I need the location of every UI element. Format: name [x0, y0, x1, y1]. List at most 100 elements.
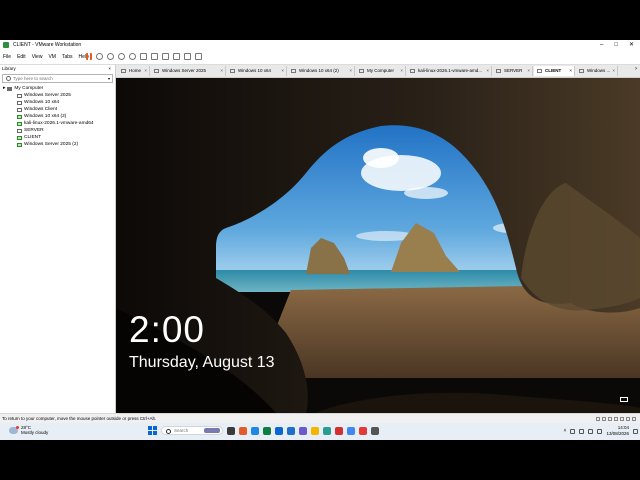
message-icon[interactable] — [632, 417, 636, 421]
network-adapter-icon[interactable] — [608, 417, 612, 421]
vm-item-client[interactable]: CLIENT — [0, 134, 115, 141]
tab-windows-server-2025[interactable]: Windows Server 2025 × — [151, 66, 226, 76]
device-icons — [596, 417, 636, 421]
chrome-icon[interactable] — [347, 426, 355, 435]
tab-close-icon[interactable]: × — [281, 66, 284, 76]
display-icon[interactable] — [626, 417, 630, 421]
menu-vm[interactable]: VM — [48, 50, 56, 64]
taskbar-clock[interactable]: 14:04 13/08/2026 — [606, 425, 629, 437]
tab-label: Home — [129, 68, 142, 73]
close-button[interactable]: ✕ — [629, 40, 634, 50]
tree-root-label: My Computer — [14, 86, 44, 91]
console-view-icon[interactable] — [162, 53, 169, 60]
vm-console[interactable]: 2:00 Thursday, August 13 — [116, 78, 640, 413]
snapshot-manager-icon[interactable] — [129, 53, 136, 60]
taskbar-app-icon[interactable] — [239, 426, 247, 435]
full-screen-icon[interactable] — [173, 53, 180, 60]
accessibility-icon[interactable] — [620, 397, 628, 402]
tab-close-icon[interactable]: × — [527, 66, 530, 76]
sound-icon[interactable] — [620, 417, 624, 421]
tab-home[interactable]: Home × — [118, 66, 150, 76]
taskbar-search[interactable] — [161, 426, 223, 435]
revert-snapshot-icon[interactable] — [118, 53, 125, 60]
taskbar-app-icon[interactable] — [311, 426, 319, 435]
vm-item-label: Windows 10 x64 (2) — [24, 114, 67, 119]
vm-item-windows-server-2025[interactable]: Windows Server 2025 — [0, 92, 115, 99]
microphone-icon[interactable] — [570, 428, 576, 434]
vm-item-server[interactable]: SERVER — [0, 127, 115, 134]
network-icon[interactable] — [579, 428, 585, 434]
tab-close-icon[interactable]: × — [220, 66, 223, 76]
vmware-icon[interactable] — [359, 426, 367, 435]
vm-icon — [410, 69, 415, 73]
battery-icon[interactable] — [597, 428, 603, 434]
running-vm-icon — [17, 114, 22, 119]
tab-my-computer[interactable]: My Computer × — [356, 66, 406, 76]
tab-windows-overflow[interactable]: Windows ... × — [576, 66, 618, 76]
taskbar-app-icon[interactable] — [251, 426, 259, 435]
vm-item-windows-10-x64[interactable]: Windows 10 x64 — [0, 99, 115, 106]
search-highlight-icon — [204, 428, 220, 433]
task-view-icon[interactable] — [227, 426, 235, 435]
maximize-button[interactable]: □ — [614, 40, 618, 50]
vm-item-windows-client[interactable]: Windows Client — [0, 106, 115, 113]
tab-windows-10-x64-2[interactable]: Windows 10 x64 (2) × — [288, 66, 355, 76]
library-search-input[interactable] — [13, 75, 103, 81]
tab-windows-10-x64[interactable]: Windows 10 x64 × — [227, 66, 287, 76]
send-ctrl-alt-del-icon[interactable] — [96, 53, 103, 60]
tab-close-icon[interactable]: × — [400, 66, 403, 76]
taskbar-app-icon[interactable] — [323, 426, 331, 435]
usb-icon[interactable] — [614, 417, 618, 421]
library-close-icon[interactable]: × — [108, 65, 111, 73]
chevron-up-icon[interactable]: ˄ — [564, 428, 567, 434]
taskbar-app-icon[interactable] — [335, 426, 343, 435]
tab-close-icon[interactable]: × — [486, 66, 489, 76]
menu-edit[interactable]: Edit — [17, 50, 26, 64]
tab-close-icon[interactable]: × — [612, 66, 615, 76]
window-controls: – □ ✕ — [600, 40, 634, 50]
notification-bell-icon[interactable] — [633, 428, 638, 434]
windows-start-icon[interactable] — [148, 426, 157, 435]
volume-icon[interactable] — [588, 428, 594, 434]
taskbar-app-icon[interactable] — [299, 426, 307, 435]
tab-close-icon[interactable]: × — [569, 66, 572, 76]
chevron-down-icon[interactable]: ▾ — [108, 75, 110, 82]
tab-close-icon[interactable]: × — [349, 66, 352, 76]
library-title: Library — [2, 66, 16, 71]
lockscreen-time: 2:00 — [129, 309, 206, 350]
taskbar-app-icon[interactable] — [287, 426, 295, 435]
hard-disk-icon[interactable] — [596, 417, 600, 421]
pause-icon[interactable] — [86, 53, 92, 60]
taskbar-app-icon[interactable] — [263, 426, 271, 435]
menu-view[interactable]: View — [32, 50, 43, 64]
tree-root-my-computer[interactable]: ▸ My Computer — [0, 85, 115, 92]
edge-icon[interactable] — [275, 426, 283, 435]
host-taskbar: 28°C Mostly cloudy ˄ — [0, 423, 640, 440]
weather-widget[interactable]: 28°C Mostly cloudy — [9, 425, 48, 435]
tab-scroll-icon[interactable]: › — [635, 66, 637, 72]
menu-file[interactable]: File — [3, 50, 11, 64]
computer-icon — [7, 86, 13, 91]
thumbnail-bar-icon[interactable] — [151, 53, 158, 60]
collapse-icon[interactable]: ▸ — [3, 85, 5, 92]
unity-icon[interactable] — [184, 53, 191, 60]
tab-label: Windows 10 x64 — [238, 68, 272, 73]
search-icon — [6, 76, 11, 81]
vm-item-windows-10-x64-2[interactable]: Windows 10 x64 (2) — [0, 113, 115, 120]
show-library-icon[interactable] — [140, 53, 147, 60]
cd-drive-icon[interactable] — [602, 417, 606, 421]
taskbar-apps — [148, 426, 379, 435]
tab-server[interactable]: SERVER × — [493, 66, 533, 76]
taskbar-app-icon[interactable] — [371, 426, 379, 435]
vm-item-kali-linux[interactable]: kali-linux-2026.1-vmware-amd64 — [0, 120, 115, 127]
stretch-guest-icon[interactable] — [195, 53, 202, 60]
tab-client[interactable]: CLIENT × — [534, 66, 575, 76]
taskbar-search-input[interactable] — [174, 427, 204, 434]
tab-kali-linux[interactable]: kali-linux-2026.1-vmware-amd... × — [407, 66, 492, 76]
vm-icon — [537, 69, 542, 73]
vm-item-windows-server-2025-2[interactable]: Windows Server 2025 (2) — [0, 141, 115, 148]
snapshot-icon[interactable] — [107, 53, 114, 60]
menu-tabs[interactable]: Tabs — [62, 50, 73, 64]
minimize-button[interactable]: – — [600, 40, 603, 50]
tab-close-icon[interactable]: × — [144, 66, 147, 76]
